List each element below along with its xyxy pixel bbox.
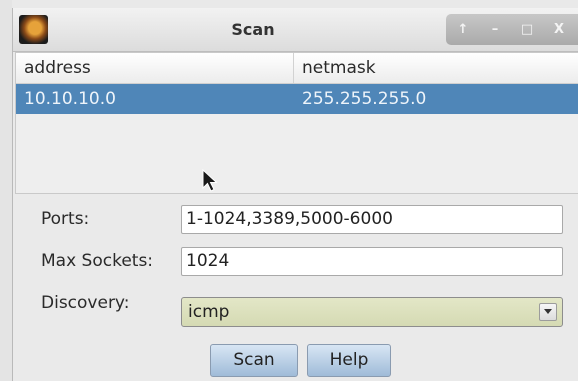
column-header-address[interactable]: address [16,53,294,83]
ports-label: Ports: [41,209,90,229]
desktop-edge [0,0,12,381]
ports-input[interactable]: 1-1024,3389,5000-6000 [181,205,563,234]
close-button[interactable]: X [546,14,572,45]
address-cell: 10.10.10.0 [24,89,116,109]
discovery-value: icmp [188,302,230,322]
window-controls: ↑ – □ X [446,14,578,45]
column-header-netmask[interactable]: netmask [294,53,578,83]
list-header: address netmask [16,53,578,84]
address-list[interactable]: address netmask 10.10.10.0 255.255.255.0 [15,52,578,194]
table-row[interactable]: 10.10.10.0 255.255.255.0 [16,84,578,114]
discovery-label: Discovery: [41,293,130,313]
scan-dialog: Scan ↑ – □ X address netmask 10.10.10.0 … [12,8,578,381]
minimize-button[interactable]: – [482,14,508,45]
scan-button[interactable]: Scan [210,344,298,377]
app-icon [19,15,48,44]
mouse-pointer-icon [202,168,218,192]
maximize-button[interactable]: □ [514,14,540,45]
netmask-cell: 255.255.255.0 [302,89,427,109]
help-button[interactable]: Help [307,344,391,377]
window-title: Scan [231,20,275,39]
shade-button[interactable]: ↑ [450,14,476,45]
max-sockets-label: Max Sockets: [41,251,154,271]
title-bar[interactable]: Scan ↑ – □ X [13,8,578,52]
dropdown-arrow-icon[interactable] [539,303,557,321]
discovery-select[interactable]: icmp [181,297,563,327]
max-sockets-input[interactable]: 1024 [181,247,563,276]
